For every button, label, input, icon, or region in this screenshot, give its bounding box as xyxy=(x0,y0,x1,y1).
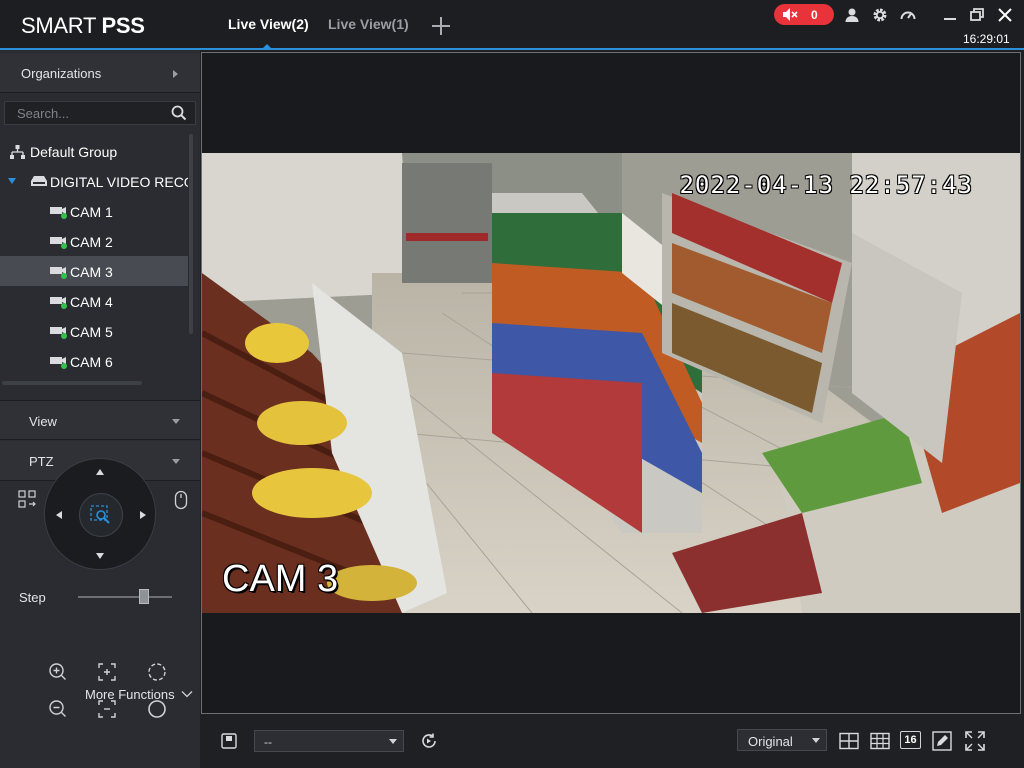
tree-item-label: CAM 2 xyxy=(70,234,113,250)
group-tree-icon xyxy=(10,145,25,159)
tree-item-label: CAM 6 xyxy=(70,354,113,370)
dvr-icon xyxy=(31,176,47,186)
tree-item-label: Default Group xyxy=(30,144,118,160)
refresh-icon[interactable] xyxy=(420,732,438,750)
fullscreen-icon[interactable] xyxy=(965,731,985,751)
tree-item-cam-4[interactable]: CAM 4 xyxy=(0,286,188,316)
zoom-in-icon[interactable] xyxy=(47,661,69,683)
chevron-down-icon xyxy=(172,459,180,464)
layout-9-icon[interactable] xyxy=(870,732,890,750)
tab-live-view-1[interactable]: Live View(1) xyxy=(328,16,409,32)
view-label: View xyxy=(29,414,57,429)
search-input[interactable] xyxy=(5,102,165,124)
tree-horizontal-scrollbar[interactable] xyxy=(2,381,142,385)
iris-open-icon[interactable] xyxy=(146,661,168,683)
zoom-out-icon[interactable] xyxy=(47,698,69,720)
layout-16-button[interactable]: 16 xyxy=(900,731,921,749)
brand-light-text: SMART xyxy=(21,13,96,38)
gear-icon[interactable] xyxy=(871,6,889,24)
tree-item-dvr[interactable]: DIGITAL VIDEO RECORDER xyxy=(0,166,188,196)
bottom-toolbar: -- Original 16 xyxy=(200,716,1024,768)
ptz-right-arrow-icon[interactable] xyxy=(140,511,146,519)
app-logo: SMART PSS xyxy=(21,13,145,39)
layout-4-icon[interactable] xyxy=(839,732,859,750)
caret-down-icon xyxy=(389,739,397,744)
tree-item-cam-3[interactable]: CAM 3 xyxy=(0,256,188,286)
speaker-muted-icon xyxy=(783,8,798,21)
camera-name-overlay: CAM 3 xyxy=(222,558,339,600)
device-tree: Default Group DIGITAL VIDEO RECORDER CAM… xyxy=(0,134,188,384)
ptz-joystick[interactable] xyxy=(44,458,156,570)
organizations-header[interactable]: Organizations xyxy=(0,53,200,93)
alarm-count: 0 xyxy=(811,8,818,22)
ptz-up-arrow-icon[interactable] xyxy=(96,469,104,475)
camera-online-icon xyxy=(50,327,67,339)
save-icon[interactable] xyxy=(220,732,238,750)
zoom-locate-icon xyxy=(90,505,110,524)
ptz-grid-icon[interactable] xyxy=(18,490,38,510)
system-clock: 16:29:01 xyxy=(963,32,1010,46)
tree-item-label: CAM 4 xyxy=(70,294,113,310)
search-icon[interactable] xyxy=(171,105,187,121)
stream-select-value: -- xyxy=(264,735,272,749)
tree-item-cam-5[interactable]: CAM 5 xyxy=(0,316,188,346)
aspect-ratio-value: Original xyxy=(748,734,793,749)
tree-item-label: CAM 5 xyxy=(70,324,113,340)
user-icon[interactable] xyxy=(843,6,861,24)
ptz-left-arrow-icon[interactable] xyxy=(56,511,62,519)
focus-near-icon[interactable] xyxy=(96,661,118,683)
aspect-ratio-select[interactable]: Original xyxy=(737,729,827,751)
camera-online-icon xyxy=(50,237,67,249)
brand-bold-text: PSS xyxy=(101,13,145,38)
tree-item-label: CAM 1 xyxy=(70,204,113,220)
camera-timestamp-overlay: 2022-04-13 22:57:43 xyxy=(679,171,973,199)
layout-16-label: 16 xyxy=(904,734,917,746)
tab-live-view-2[interactable]: Live View(2) xyxy=(228,16,309,32)
view-header[interactable]: View xyxy=(0,400,200,440)
more-functions-link[interactable]: More Functions xyxy=(85,687,175,702)
caret-down-icon xyxy=(812,738,820,743)
camera-online-icon xyxy=(50,267,67,279)
stream-select[interactable]: -- xyxy=(254,730,404,752)
tree-item-cam-2[interactable]: CAM 2 xyxy=(0,226,188,256)
tree-item-default-group[interactable]: Default Group xyxy=(0,136,188,166)
ptz-3d-position-button[interactable] xyxy=(79,493,123,537)
chevron-down-icon xyxy=(172,419,180,424)
organizations-label: Organizations xyxy=(21,66,102,81)
ptz-label: PTZ xyxy=(29,454,54,469)
camera-online-icon xyxy=(50,297,67,309)
chevron-down-icon[interactable] xyxy=(181,689,193,699)
mouse-icon[interactable] xyxy=(174,490,188,510)
step-slider-thumb[interactable] xyxy=(138,589,149,604)
alarm-badge[interactable]: 0 xyxy=(774,4,834,25)
tree-item-label: CAM 3 xyxy=(70,264,113,280)
minimize-icon[interactable] xyxy=(941,6,959,24)
step-label: Step xyxy=(19,590,46,605)
chevron-right-icon xyxy=(173,70,178,78)
close-icon[interactable] xyxy=(996,6,1014,24)
tree-item-cam-1[interactable]: CAM 1 xyxy=(0,196,188,226)
smart-pss-window: SMART PSS Live View(2) Live View(1) 0 16… xyxy=(0,0,1024,768)
add-tab-button[interactable] xyxy=(431,16,451,36)
restore-icon[interactable] xyxy=(968,6,986,24)
expand-arrow-icon[interactable] xyxy=(8,178,16,184)
camera-feed-image xyxy=(202,153,1020,613)
camera-online-icon xyxy=(50,207,67,219)
step-slider-track[interactable] xyxy=(78,596,172,598)
tree-item-cam-6[interactable]: CAM 6 xyxy=(0,346,188,376)
video-window[interactable]: 2022-04-13 22:57:43 CAM 3 xyxy=(201,52,1021,714)
tree-vertical-scrollbar[interactable] xyxy=(189,134,193,334)
camera-online-icon xyxy=(50,357,67,369)
title-bar: SMART PSS Live View(2) Live View(1) 0 16… xyxy=(0,0,1024,50)
speedometer-icon[interactable] xyxy=(899,6,917,24)
custom-layout-edit-icon[interactable] xyxy=(932,731,952,751)
tree-item-label: DIGITAL VIDEO RECORDER xyxy=(50,174,188,190)
ptz-down-arrow-icon[interactable] xyxy=(96,553,104,559)
camera-feed[interactable]: 2022-04-13 22:57:43 CAM 3 xyxy=(202,153,1020,613)
search-box xyxy=(4,101,196,125)
